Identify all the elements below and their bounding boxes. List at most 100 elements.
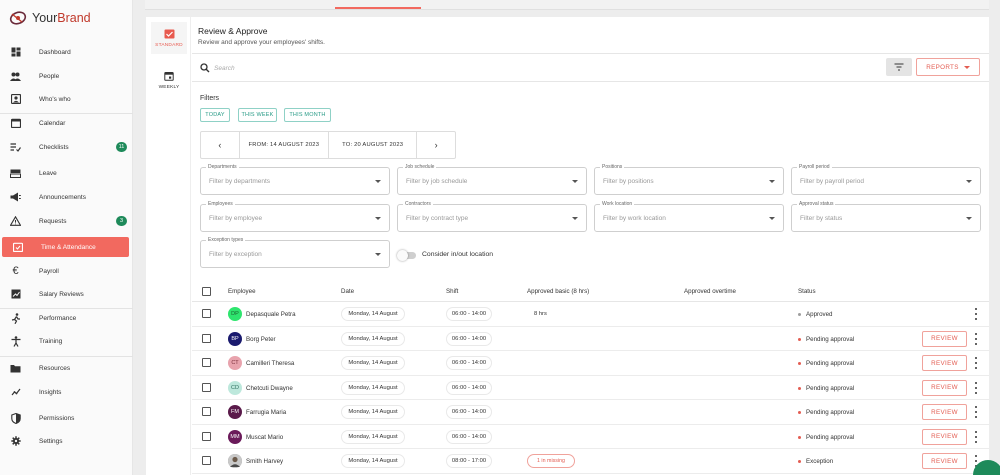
sidebar-item-permissions[interactable]: Permissions bbox=[0, 408, 133, 428]
location-toggle[interactable] bbox=[397, 250, 416, 261]
select-all-checkbox[interactable] bbox=[202, 287, 211, 296]
review-button[interactable]: REVIEW bbox=[922, 379, 967, 396]
table-row[interactable]: Smith Harvey Monday, 14 August 08:00 - 17:… bbox=[192, 449, 989, 474]
more-options-icon[interactable] bbox=[974, 357, 978, 369]
missing-punch-badge[interactable]: 1 in missing bbox=[527, 454, 575, 468]
view-standard-label: STANDARD bbox=[155, 42, 183, 48]
filter-exception-types-select[interactable]: Exception types Filter by exception bbox=[200, 237, 390, 268]
employee-name[interactable]: Borg Peter bbox=[246, 336, 276, 343]
more-options-icon[interactable] bbox=[974, 381, 978, 394]
filter-positions-select[interactable]: Positions Filter by positions bbox=[594, 164, 784, 195]
col-date[interactable]: Date bbox=[341, 288, 354, 295]
status-dot bbox=[798, 313, 801, 316]
filter-approval-status-select[interactable]: Approval status Filter by status bbox=[791, 201, 981, 232]
employee-name[interactable]: Camilleri Theresa bbox=[246, 360, 294, 367]
dashboard-icon bbox=[10, 47, 21, 58]
filter-departments-select[interactable]: Departments Filter by departments bbox=[200, 164, 390, 195]
col-approved-basic[interactable]: Approved basic (8 hrs) bbox=[527, 288, 589, 295]
view-weekly[interactable]: WEEKLY bbox=[151, 64, 187, 96]
status-dot bbox=[798, 435, 801, 439]
col-approved-overtime[interactable]: Approved overtime bbox=[684, 288, 736, 295]
reports-button[interactable]: REPORTS bbox=[916, 58, 980, 76]
sidebar-item-checklists[interactable]: Checklists 11 bbox=[0, 137, 133, 157]
table-row[interactable]: BP Borg Peter Monday, 14 August 06:00 - 14:… bbox=[192, 327, 989, 351]
employee-name[interactable]: Smith Harvey bbox=[246, 458, 283, 465]
search-input[interactable] bbox=[214, 61, 514, 75]
review-button[interactable]: REVIEW bbox=[922, 404, 967, 420]
sidebar-item-salary-reviews[interactable]: Salary Reviews bbox=[0, 284, 133, 304]
sidebar-item-performance[interactable]: Performance bbox=[0, 308, 133, 328]
sidebar-item-requests[interactable]: Requests 3 bbox=[0, 211, 133, 231]
sidebar-item-calendar[interactable]: Calendar bbox=[0, 113, 133, 133]
row-checkbox[interactable] bbox=[202, 431, 211, 441]
filter-toggle-button[interactable] bbox=[886, 58, 912, 76]
field-label: Contractors bbox=[403, 201, 433, 207]
employee-name[interactable]: Farrugia Maria bbox=[246, 409, 286, 416]
sidebar-item-announcements[interactable]: Announcements bbox=[0, 187, 133, 207]
sidebar-item-dashboard[interactable]: Dashboard bbox=[0, 42, 133, 62]
next-week-button[interactable]: › bbox=[417, 132, 455, 158]
row-checkbox[interactable] bbox=[202, 333, 211, 343]
status-dot bbox=[798, 411, 801, 414]
more-options-icon[interactable] bbox=[974, 308, 978, 320]
employee-name[interactable]: Chetcuti Dwayne bbox=[246, 385, 293, 392]
row-checkbox[interactable] bbox=[202, 456, 211, 465]
prev-week-button[interactable]: ‹ bbox=[201, 132, 239, 158]
sidebar-item-insights[interactable]: Insights bbox=[0, 382, 133, 402]
date-from[interactable]: FROM: 14 AUGUST 2023 bbox=[238, 132, 328, 158]
filter-job-schedule-select[interactable]: Job schedule Filter by job schedule bbox=[397, 164, 587, 195]
sidebar-item-resources[interactable]: Resources bbox=[0, 358, 133, 378]
brand-prefix: Your bbox=[32, 11, 58, 25]
row-checkbox[interactable] bbox=[202, 309, 211, 318]
more-options-icon[interactable] bbox=[974, 430, 978, 443]
more-options-icon[interactable] bbox=[974, 406, 978, 418]
row-checkbox[interactable] bbox=[202, 407, 211, 416]
employee-name[interactable]: Muscat Mario bbox=[246, 434, 283, 441]
employee-name[interactable]: Depasquale Petra bbox=[246, 311, 296, 318]
sidebar-item-leave[interactable]: Leave bbox=[0, 163, 133, 183]
chevron-right-icon: › bbox=[434, 140, 438, 150]
date-to[interactable]: TO: 20 AUGUST 2023 bbox=[328, 132, 418, 158]
view-weekly-label: WEEKLY bbox=[158, 84, 180, 90]
chip-this-month[interactable]: THIS MONTH bbox=[284, 108, 331, 122]
row-checkbox[interactable] bbox=[202, 382, 211, 392]
approved-basic-value: 8 hrs bbox=[534, 311, 547, 317]
filter-contractors-select[interactable]: Contractors Filter by contract type bbox=[397, 201, 587, 232]
sidebar-item-label: People bbox=[39, 72, 60, 80]
field-label: Job schedule bbox=[403, 164, 437, 170]
sidebar-item-who-s-who[interactable]: Who's who bbox=[0, 89, 133, 109]
sidebar-item-people[interactable]: People bbox=[0, 66, 133, 86]
sidebar-item-settings[interactable]: Settings bbox=[0, 431, 133, 451]
dropdown-arrow-icon bbox=[375, 217, 381, 220]
table-row[interactable]: MM Muscat Mario Monday, 14 August 06:00 - 1… bbox=[192, 425, 989, 449]
col-employee[interactable]: Employee bbox=[228, 288, 256, 295]
sidebar-item-label: Calendar bbox=[39, 119, 66, 127]
review-button[interactable]: REVIEW bbox=[922, 330, 967, 347]
table-row[interactable]: DP Depasquale Petra Monday, 14 August 06:00… bbox=[192, 302, 989, 327]
sidebar-item-training[interactable]: Training bbox=[0, 331, 133, 351]
table-row[interactable]: CT Camilleri Theresa Monday, 14 August 06:0… bbox=[192, 351, 989, 376]
brand-logo[interactable]: YourBrand bbox=[8, 10, 91, 26]
chip-this-week[interactable]: THIS WEEK bbox=[238, 108, 277, 122]
sidebar-item-time-attendance[interactable]: Time & Attendance bbox=[2, 237, 129, 257]
review-button[interactable]: REVIEW bbox=[922, 453, 967, 469]
view-standard[interactable]: STANDARD bbox=[151, 22, 187, 54]
review-button[interactable]: REVIEW bbox=[922, 428, 967, 445]
filter-work-location-select[interactable]: Work location Filter by work location bbox=[594, 201, 784, 232]
date-pill: Monday, 14 August bbox=[341, 405, 405, 419]
filter-employees-select[interactable]: Employees Filter by employee bbox=[200, 201, 390, 232]
weekly-calendar-icon bbox=[164, 71, 174, 83]
col-status[interactable]: Status bbox=[798, 288, 816, 295]
sidebar-item-payroll[interactable]: € Payroll bbox=[0, 261, 133, 281]
filter-payroll-period-select[interactable]: Payroll period Filter by payroll period bbox=[791, 164, 981, 195]
location-toggle-label: Consider in/out location bbox=[422, 251, 494, 258]
row-checkbox[interactable] bbox=[202, 358, 211, 367]
table-row[interactable]: CD Chetcuti Dwayne Monday, 14 August 06:00 … bbox=[192, 376, 989, 400]
review-button[interactable]: REVIEW bbox=[922, 355, 967, 371]
table-row[interactable]: FM Farrugia Maria Monday, 14 August 06:00 -… bbox=[192, 400, 989, 425]
status-dot bbox=[798, 460, 801, 463]
col-shift[interactable]: Shift bbox=[446, 288, 458, 295]
chip-today[interactable]: TODAY bbox=[200, 108, 230, 122]
avatar: CD bbox=[228, 380, 242, 395]
more-options-icon[interactable] bbox=[974, 332, 978, 345]
